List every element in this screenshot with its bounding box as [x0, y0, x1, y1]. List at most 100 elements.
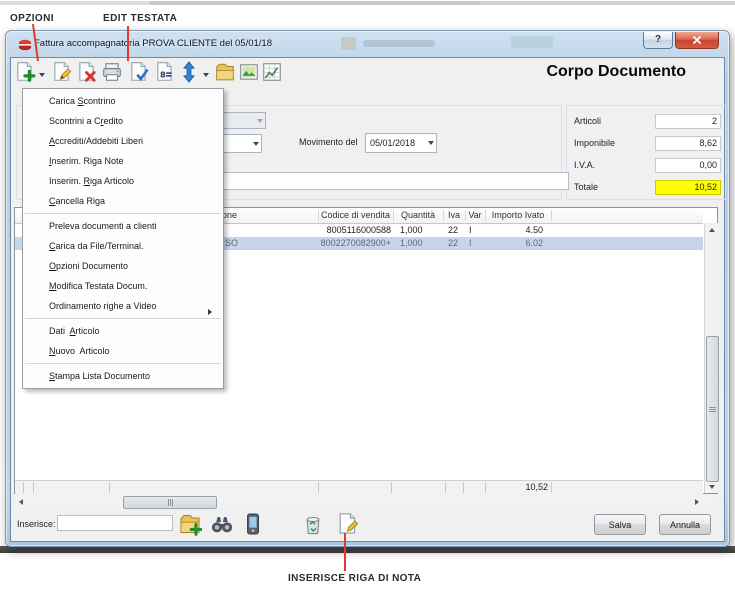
window-title: Fattura accompagnatoria PROVA CLIENTE de… — [34, 38, 272, 49]
add-article-button[interactable] — [177, 512, 203, 538]
menu-item-inserim-riga-note[interactable]: Inserim. Riga Note — [23, 151, 223, 171]
insert-note-button[interactable] — [335, 512, 361, 538]
column-header[interactable]: Codice di vendita — [318, 210, 393, 220]
folder-icon — [214, 61, 236, 85]
printer-icon — [101, 61, 123, 85]
submenu-arrow-icon — [205, 302, 215, 322]
menu-item-label: Dati Articolo — [49, 326, 100, 336]
thumb-grip — [709, 406, 716, 413]
horizontal-scroll-thumb[interactable] — [123, 496, 217, 509]
chevron-down-icon — [251, 139, 261, 149]
scroll-up-button[interactable] — [705, 223, 718, 236]
vertical-scroll-thumb[interactable] — [706, 336, 719, 482]
menu-item-opzioni-documento[interactable]: Opzioni Documento — [23, 256, 223, 276]
menu-item-label: Inserim. Riga Articolo — [49, 176, 134, 186]
cell-quantita: 1,000 — [393, 225, 443, 235]
menu-item-cancella-riga[interactable]: Cancella Riga — [23, 191, 223, 211]
horizontal-scrollbar[interactable] — [14, 495, 718, 508]
section-title: Corpo Documento — [546, 63, 686, 81]
menu-item-nuovo-articolo[interactable]: Nuovo Articolo — [23, 341, 223, 361]
print-button[interactable] — [100, 61, 124, 85]
terminal-button[interactable] — [240, 512, 266, 538]
menu-item-label: Stampa Lista Documento — [49, 371, 150, 381]
cell-importo: 6.02 — [485, 238, 551, 248]
totals-value-imponibile[interactable]: 8,62 — [655, 136, 721, 151]
chevron-down-icon — [203, 73, 209, 80]
context-menu: Carica Scontrino Scontrini a Credito Accre… — [22, 88, 224, 389]
menu-item-carica-da-file-terminal[interactable]: Carica da File/Terminal. — [23, 236, 223, 256]
doc-plus-icon — [14, 61, 36, 85]
folder-plus-icon — [178, 512, 202, 538]
close-button[interactable] — [675, 32, 719, 49]
delete-article-button[interactable] — [300, 512, 326, 538]
totals-label-articoli: Articoli — [574, 116, 601, 126]
doc-x-icon — [76, 61, 98, 85]
move-rows-button-dropdown[interactable] — [201, 70, 210, 80]
images-button[interactable] — [237, 61, 261, 85]
pda-icon — [241, 512, 265, 538]
scroll-right-button[interactable] — [690, 495, 703, 508]
header-separator — [318, 210, 319, 221]
help-button[interactable]: ? — [643, 32, 673, 49]
totals-value-totale[interactable]: 10,52 — [655, 180, 721, 195]
add-row-button-dropdown[interactable] — [37, 70, 46, 80]
menu-item-accrediti-addebiti-liberi[interactable]: Accrediti/Addebiti Liberi — [23, 131, 223, 151]
export-excel-button[interactable] — [260, 61, 284, 85]
menu-item-label: Ordinamento righe a Video — [49, 301, 156, 311]
totals-value-iva[interactable]: 0,00 — [655, 158, 721, 173]
annulla-button[interactable]: Annulla — [659, 514, 711, 535]
movimento-date-combo[interactable]: 05/01/2018 — [365, 133, 437, 153]
svg-text:8: 8 — [160, 70, 166, 80]
background-dark-band — [0, 546, 735, 553]
doc-check-icon — [128, 61, 150, 85]
totals-label-iva: I.V.A. — [574, 160, 595, 170]
add-row-button[interactable] — [13, 61, 37, 85]
menu-item-preleva-documenti-a-clienti[interactable]: Preleva documenti a clienti — [23, 216, 223, 236]
trash-icon — [301, 512, 325, 538]
chevron-down-icon — [255, 116, 265, 126]
arrow-up-icon — [709, 225, 715, 232]
footer-separator — [318, 482, 319, 493]
column-header[interactable]: Var — [465, 210, 485, 220]
search-button[interactable] — [209, 512, 235, 538]
footer-separator — [551, 482, 552, 493]
column-header[interactable]: Iva — [443, 210, 465, 220]
close-icon — [692, 35, 702, 45]
column-header[interactable]: Importo Ivato — [485, 210, 551, 220]
chevron-down-icon — [39, 73, 45, 80]
movimento-date-value: 05/01/2018 — [366, 138, 426, 148]
menu-item-ordinamento-righe-a-video[interactable]: Ordinamento righe a Video — [23, 296, 223, 316]
menu-item-label: Opzioni Documento — [49, 261, 128, 271]
menu-item-stampa-lista-documento[interactable]: Stampa Lista Documento — [23, 366, 223, 386]
arrow-right-icon — [695, 499, 702, 505]
scroll-left-button[interactable] — [14, 495, 27, 508]
background-window-edge — [480, 1, 735, 5]
column-header[interactable]: Quantità — [393, 210, 443, 220]
edit-row-button[interactable] — [50, 61, 74, 85]
annotation-opzioni: OPZIONI — [10, 13, 54, 24]
app-logo-icon — [18, 38, 32, 56]
menu-item-label: Scontrini a Credito — [49, 116, 123, 126]
header-separator — [551, 210, 552, 221]
inserisce-input[interactable] — [57, 515, 173, 531]
delete-row-button[interactable] — [75, 61, 99, 85]
background-ghost-icon — [341, 37, 356, 50]
move-rows-button[interactable] — [177, 61, 201, 85]
menu-separator — [25, 363, 221, 364]
edit-testata-button[interactable] — [127, 61, 151, 85]
row-codes-button[interactable]: 8 — [153, 61, 177, 85]
header-separator — [465, 210, 466, 221]
title-bar[interactable]: Fattura accompagnatoria PROVA CLIENTE de… — [6, 31, 729, 57]
totals-value-articoli[interactable]: 2 — [655, 114, 721, 129]
menu-item-scontrini-a-credito[interactable]: Scontrini a Credito — [23, 111, 223, 131]
menu-item-inserim-riga-articolo[interactable]: Inserim. Riga Articolo — [23, 171, 223, 191]
documents-button[interactable] — [213, 61, 237, 85]
menu-item-modifica-testata-docum[interactable]: Modifica Testata Docum. — [23, 276, 223, 296]
cell-quantita: 1,000 — [393, 238, 443, 248]
background-ghost-text — [363, 40, 435, 47]
menu-item-dati-articolo[interactable]: Dati Articolo — [23, 321, 223, 341]
vertical-scrollbar[interactable] — [704, 223, 718, 493]
salva-button[interactable]: Salva — [594, 514, 646, 535]
menu-item-carica-scontrino[interactable]: Carica Scontrino — [23, 91, 223, 111]
cell-var: I — [465, 238, 485, 248]
